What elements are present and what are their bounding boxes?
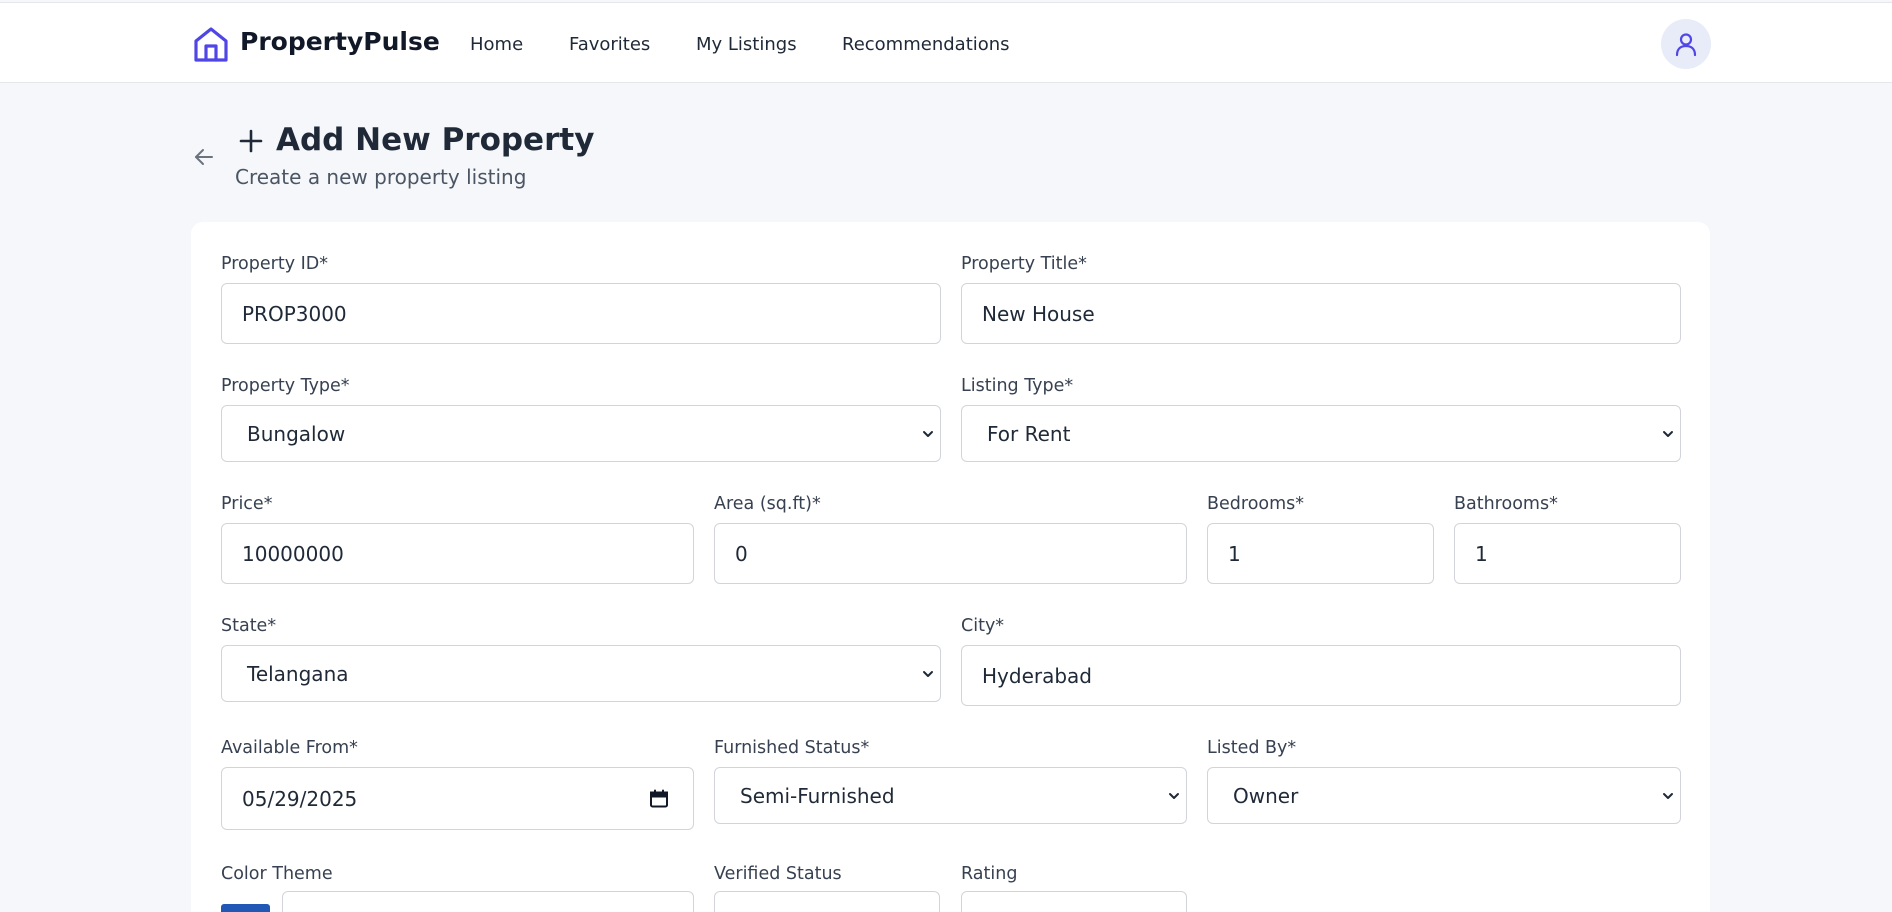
listed-by-label: Listed By* xyxy=(1207,738,1297,758)
chevron-down-icon xyxy=(1663,430,1673,437)
bedrooms-label: Bedrooms* xyxy=(1207,494,1305,514)
furnished-status-select[interactable]: Semi-Furnished xyxy=(714,767,1187,824)
user-icon xyxy=(1675,33,1697,57)
bathrooms-input[interactable]: 1 xyxy=(1454,523,1681,584)
price-label: Price* xyxy=(221,494,273,514)
property-id-label: Property ID* xyxy=(221,254,328,274)
area-input[interactable]: 0 xyxy=(714,523,1187,584)
bedrooms-input[interactable]: 1 xyxy=(1207,523,1434,584)
nav-link-my-listings[interactable]: My Listings xyxy=(696,34,797,55)
listing-type-label: Listing Type* xyxy=(961,376,1074,396)
city-input[interactable]: Hyderabad xyxy=(961,645,1681,706)
house-icon[interactable] xyxy=(192,25,230,63)
color-theme-label: Color Theme xyxy=(221,864,333,884)
nav-link-favorites[interactable]: Favorites xyxy=(569,34,650,55)
listing-type-select[interactable]: For Rent xyxy=(961,405,1681,462)
available-from-date-input[interactable]: 05/29/2025 xyxy=(221,767,694,830)
area-label: Area (sq.ft)* xyxy=(714,494,821,514)
verified-status-select[interactable] xyxy=(714,891,940,912)
app-name[interactable]: PropertyPulse xyxy=(240,27,440,56)
page-title: Add New Property xyxy=(276,122,595,158)
top-navbar: PropertyPulse Home Favorites My Listings… xyxy=(0,2,1892,83)
page-subtitle: Create a new property listing xyxy=(235,165,527,189)
plus-icon xyxy=(239,129,263,153)
nav-link-recommendations[interactable]: Recommendations xyxy=(842,34,1010,55)
chevron-down-icon xyxy=(923,430,933,437)
state-label: State* xyxy=(221,616,277,636)
bathrooms-label: Bathrooms* xyxy=(1454,494,1558,514)
verified-status-label: Verified Status xyxy=(714,864,842,884)
state-select[interactable]: Telangana xyxy=(221,645,941,702)
city-label: City* xyxy=(961,616,1005,636)
chevron-down-icon xyxy=(923,670,933,677)
furnished-status-label: Furnished Status* xyxy=(714,738,870,758)
property-title-input[interactable]: New House xyxy=(961,283,1681,344)
property-type-label: Property Type* xyxy=(221,376,350,396)
rating-input[interactable] xyxy=(961,891,1187,912)
calendar-icon[interactable] xyxy=(649,789,669,809)
property-title-label: Property Title* xyxy=(961,254,1087,274)
listed-by-select[interactable]: Owner xyxy=(1207,767,1681,824)
chevron-down-icon xyxy=(1663,792,1673,799)
price-input[interactable]: 10000000 xyxy=(221,523,694,584)
color-theme-swatch[interactable] xyxy=(221,904,270,912)
rating-label: Rating xyxy=(961,864,1018,884)
user-menu-button[interactable] xyxy=(1661,19,1711,69)
color-theme-input[interactable] xyxy=(282,891,694,912)
chevron-down-icon xyxy=(1169,792,1179,799)
available-from-label: Available From* xyxy=(221,738,358,758)
nav-link-home[interactable]: Home xyxy=(470,34,523,55)
arrow-left-icon[interactable] xyxy=(192,145,216,169)
property-id-input[interactable]: PROP3000 xyxy=(221,283,941,344)
property-type-select[interactable]: Bungalow xyxy=(221,405,941,462)
